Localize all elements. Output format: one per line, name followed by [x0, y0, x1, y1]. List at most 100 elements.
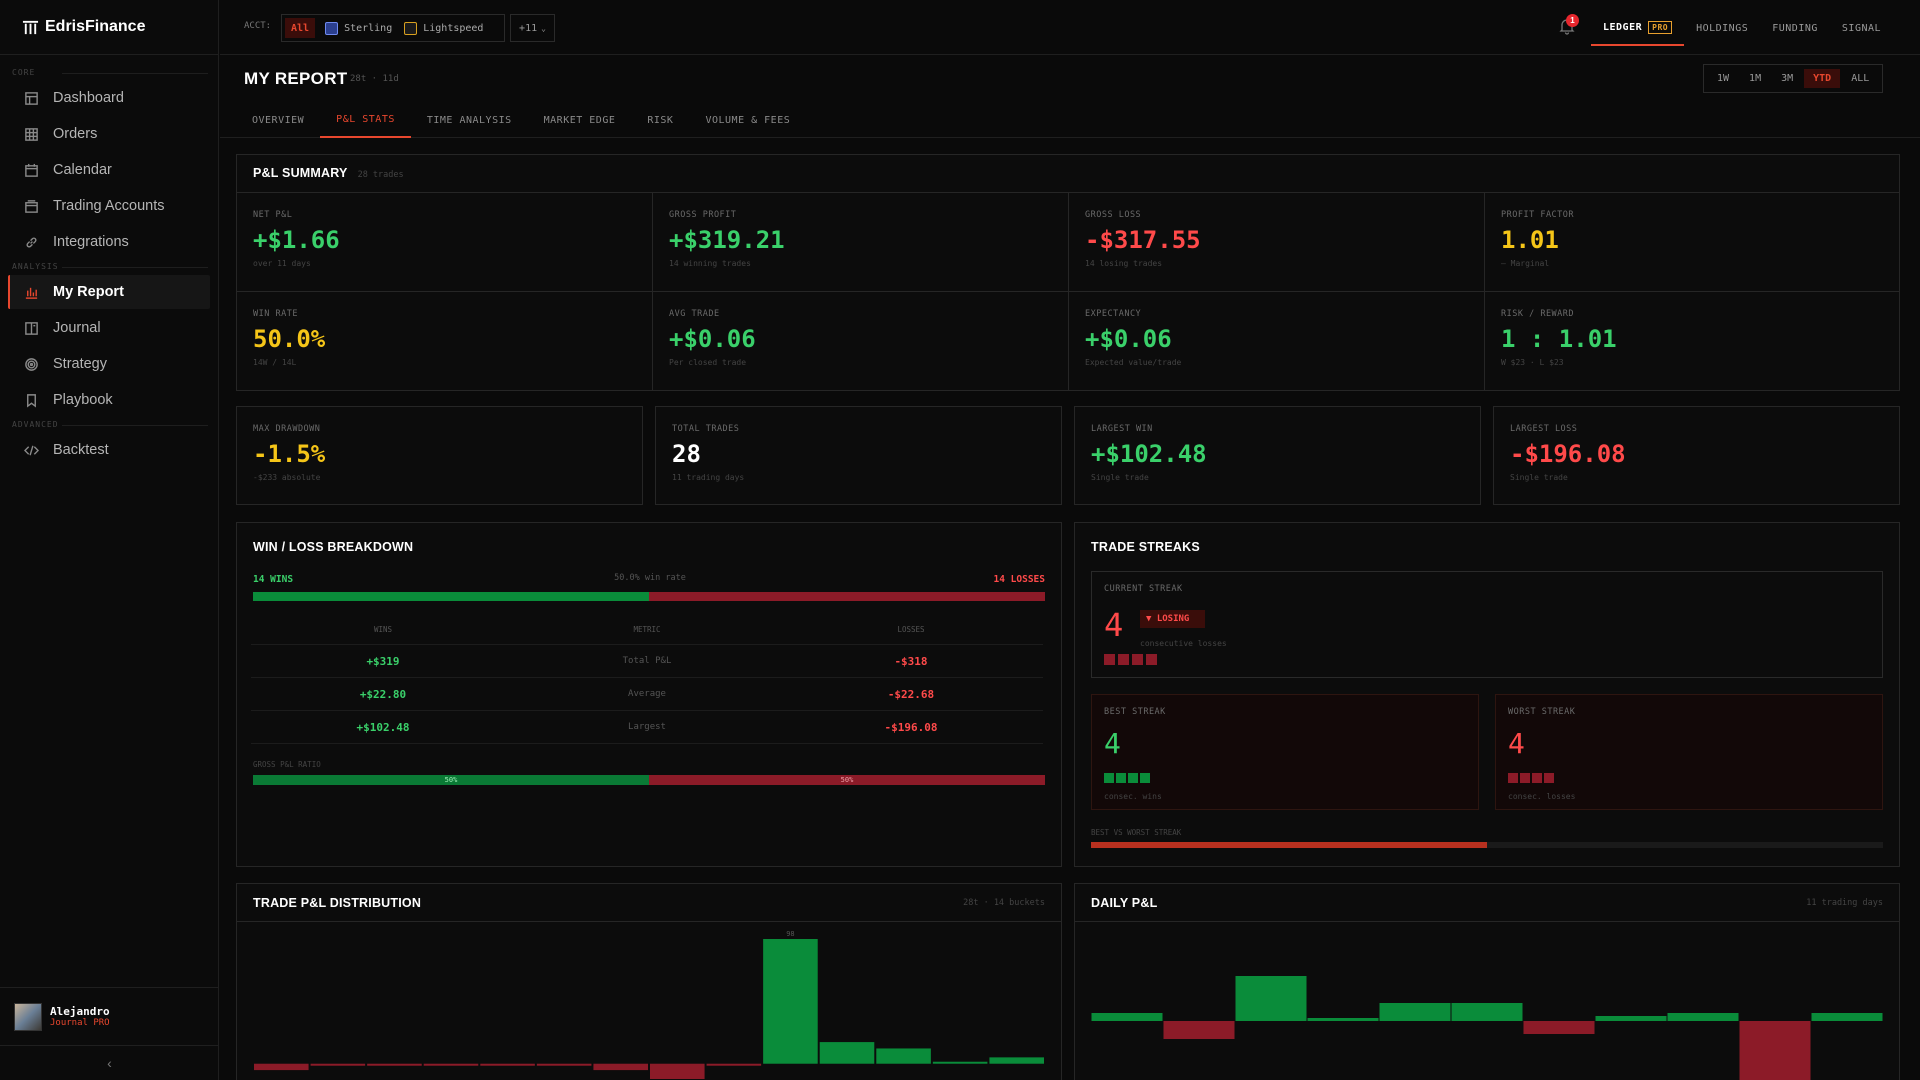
stat-label: MAX DRAWDOWN — [253, 424, 321, 434]
tab-volume-fees[interactable]: VOLUME & FEES — [689, 103, 806, 138]
ratio-win-text: 50% — [444, 776, 458, 784]
pro-badge: PRO — [1648, 20, 1673, 34]
tab-ledger[interactable]: LEDGER PRO — [1591, 10, 1685, 46]
metric-label: AVG TRADE — [669, 309, 720, 319]
table-row: +$319 Total P&L -$318 — [251, 645, 1043, 678]
range-3m[interactable]: 3M — [1772, 69, 1802, 88]
sidebar-item-label: Calendar — [53, 162, 112, 178]
range-all[interactable]: ALL — [1842, 69, 1878, 88]
notification-badge: 1 — [1566, 14, 1579, 27]
bar-d4 — [1307, 1018, 1379, 1021]
metric-expectancy: EXPECTANCY +$0.06 Expected value/trade — [1085, 309, 1181, 367]
range-ytd[interactable]: YTD — [1804, 69, 1841, 88]
ratio-win-fill: 50% — [253, 775, 649, 785]
stat-sub: 11 trading days — [672, 473, 745, 482]
sidebar-item-playbook[interactable]: Playbook — [8, 383, 210, 417]
tab-holdings[interactable]: HOLDINGS — [1684, 10, 1760, 46]
bar-b2 — [310, 1063, 366, 1066]
user-profile[interactable]: Alejandro Journal PRO — [0, 987, 219, 1045]
metric-label: WIN RATE — [253, 309, 298, 319]
sidebar-item-journal[interactable]: Journal — [8, 311, 210, 345]
bar-d5 — [1379, 1003, 1451, 1021]
row-loss: -$196.08 — [884, 720, 938, 734]
sidebar-item-dashboard[interactable]: Dashboard — [8, 81, 210, 115]
stat-largest-loss: LARGEST LOSS -$196.08 Single trade — [1493, 406, 1900, 505]
account-chip-lightspeed[interactable]: Lightspeed — [404, 18, 483, 38]
sidebar-item-strategy[interactable]: Strategy — [8, 347, 210, 381]
sidebar-item-backtest[interactable]: Backtest — [8, 433, 210, 467]
metric-value: +$1.66 — [253, 226, 340, 254]
table-row: +$102.48 Largest -$196.08 — [251, 711, 1043, 744]
streak-square — [1104, 773, 1114, 783]
metric-label: GROSS PROFIT — [669, 210, 737, 220]
report-tabs: OVERVIEW P&L STATS TIME ANALYSIS MARKET … — [220, 103, 1920, 138]
metric-risk-reward: RISK / REWARD 1 : 1.01 W $23 · L $23 — [1501, 309, 1617, 367]
metric-value: +$319.21 — [669, 226, 785, 254]
book-icon — [25, 321, 38, 335]
streak-square — [1544, 773, 1554, 783]
tab-signal[interactable]: SIGNAL — [1830, 10, 1893, 46]
tab-time-analysis[interactable]: TIME ANALYSIS — [411, 103, 528, 138]
win-loss-title: WIN / LOSS BREAKDOWN — [253, 540, 414, 554]
code-icon — [24, 445, 39, 455]
current-streak-squares — [1104, 652, 1160, 670]
tab-risk[interactable]: RISK — [631, 103, 689, 138]
bar-b14 — [989, 1057, 1044, 1064]
sidebar-item-calendar[interactable]: Calendar — [8, 153, 210, 187]
bar-d9 — [1667, 1013, 1739, 1021]
streak-square — [1520, 773, 1530, 783]
worst-streak-card: WORST STREAK 4 consec. losses — [1495, 694, 1883, 810]
brand[interactable]: EdrisFinance — [0, 0, 218, 55]
metric-value: +$0.06 — [1085, 325, 1172, 353]
daily-pl-title: DAILY P&L — [1091, 896, 1158, 910]
sidebar-item-integrations[interactable]: Integrations — [8, 225, 210, 259]
metric-value: 1 : 1.01 — [1501, 325, 1617, 353]
metric-label: NET P&L — [253, 210, 293, 220]
range-selector: 1W 1M 3M YTD ALL — [1703, 64, 1884, 93]
row-metric: Total P&L — [622, 656, 672, 666]
bar-b8 — [650, 1063, 705, 1079]
compare-bar-fill — [1091, 842, 1487, 848]
stat-body: TOTAL TRADES 28 11 trading days — [672, 424, 744, 482]
win-loss-panel: WIN / LOSS BREAKDOWN 14 WINS 50.0% win r… — [236, 522, 1062, 867]
stat-label: LARGEST LOSS — [1510, 424, 1578, 434]
range-1m[interactable]: 1M — [1740, 69, 1770, 88]
worst-streak-squares — [1508, 770, 1556, 788]
worst-streak-label: WORST STREAK — [1508, 707, 1576, 717]
streak-square — [1532, 773, 1542, 783]
more-accounts-dropdown[interactable]: +11 ⌄ — [510, 14, 555, 42]
calendar-icon — [25, 163, 38, 177]
sidebar-item-trading-accounts[interactable]: Trading Accounts — [8, 189, 210, 223]
bar-b5 — [480, 1063, 535, 1066]
tab-overview[interactable]: OVERVIEW — [236, 103, 320, 138]
stat-value: 28 — [672, 440, 701, 468]
daily-pl-chart — [1091, 976, 1883, 1080]
section-core: CORE — [0, 67, 218, 79]
account-chip-sterling[interactable]: Sterling — [325, 18, 392, 38]
tab-pl-stats[interactable]: P&L STATS — [320, 103, 411, 138]
tab-funding[interactable]: FUNDING — [1760, 10, 1830, 46]
stat-label: LARGEST WIN — [1091, 424, 1153, 434]
win-bar-fill — [253, 592, 649, 601]
worst-streak-sub: consec. losses — [1508, 792, 1576, 801]
metric-sub: W $23 · L $23 — [1501, 358, 1564, 367]
account-selector: All Sterling Lightspeed — [281, 14, 505, 42]
metric-sub: Expected value/trade — [1085, 358, 1182, 367]
bar-d7 — [1523, 1021, 1595, 1034]
range-1w[interactable]: 1W — [1708, 69, 1738, 88]
streak-square — [1116, 773, 1126, 783]
stat-max-drawdown: MAX DRAWDOWN -1.5% -$233 absolute — [236, 406, 643, 505]
user-plan: Journal PRO — [50, 1018, 110, 1028]
account-chip-all[interactable]: All — [285, 18, 316, 38]
bookmark-icon — [27, 393, 36, 408]
collapse-sidebar-button[interactable]: ‹ — [0, 1045, 219, 1080]
tab-market-edge[interactable]: MARKET EDGE — [528, 103, 632, 138]
header-losses: LOSSES — [897, 625, 925, 634]
bar-d1 — [1091, 1013, 1163, 1021]
sidebar-item-orders[interactable]: Orders — [8, 117, 210, 151]
chevron-left-icon: ‹ — [107, 1055, 112, 1071]
user-name: Alejandro — [50, 1005, 110, 1018]
tab-label: LEDGER — [1603, 21, 1643, 33]
sidebar-item-my-report[interactable]: My Report — [8, 275, 210, 309]
metric-label: GROSS LOSS — [1085, 210, 1142, 220]
